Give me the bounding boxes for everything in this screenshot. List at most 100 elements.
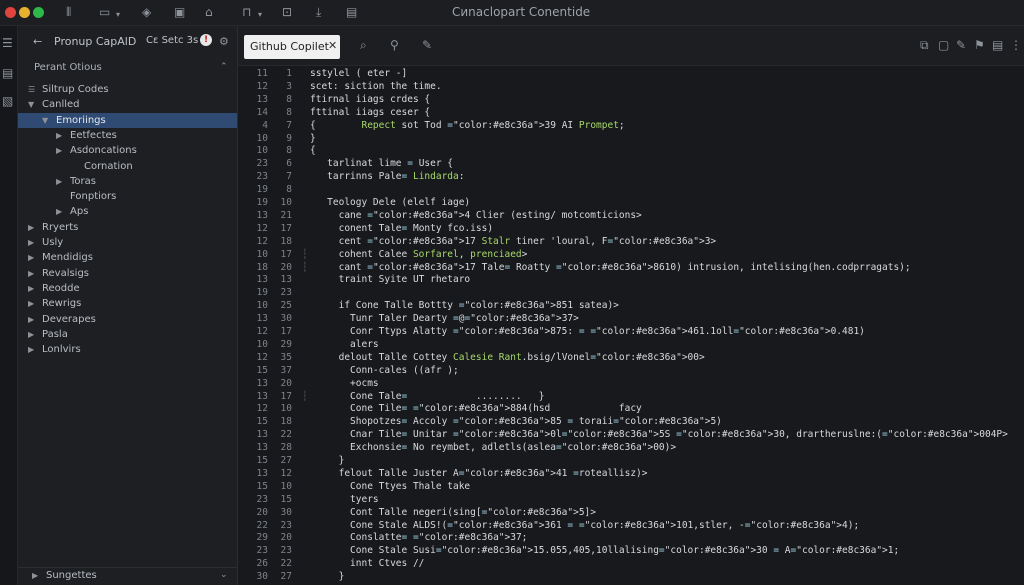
copy-icon[interactable]: ⧉ [920, 38, 929, 53]
code-line[interactable]: 12 17 conent Tale= Monty fco.iss) [238, 223, 1024, 235]
chevron-right-icon[interactable]: ▶ [28, 342, 34, 357]
code-line[interactable]: 10 25 if Cone Talle Bottty ="color:#e8c36… [238, 300, 1024, 312]
menu-icon[interactable]: ⦀ [66, 5, 71, 19]
back-icon[interactable]: ← [33, 35, 42, 48]
tree-item[interactable]: ▶ Aps [18, 204, 237, 219]
close-icon[interactable]: ✕ [328, 39, 337, 52]
edit-icon[interactable]: ✎ [422, 38, 432, 52]
tree-item[interactable]: Fonptiors [18, 189, 237, 204]
code-line[interactable]: 30 27 } [238, 571, 1024, 583]
tree-item[interactable]: ▶ Mendidigs [18, 250, 237, 265]
code-line[interactable]: 19 10 Teology Dele (elelf iage) [238, 197, 1024, 209]
tree-item[interactable]: ▶ Usly [18, 235, 237, 250]
code-line[interactable]: 23 23 Cone Stale Susi="color:#e8c36a">15.… [238, 545, 1024, 557]
chevron-right-icon[interactable]: ▶ [56, 128, 62, 143]
code-area[interactable]: 11 1 sstylel ( eter -] 12 3 scet: siction the… [238, 66, 1024, 585]
code-line[interactable]: 13 30 Tunr Taler Dearty =@="color:#e8c36a… [238, 313, 1024, 325]
suggestions-label[interactable]: Sungettes [46, 570, 97, 581]
code-line[interactable]: 10 29 alers [238, 339, 1024, 351]
code-line[interactable]: 23 7 tarrinns Pale= Lindarda: [238, 171, 1024, 183]
settings-icon[interactable]: ⚙ [219, 35, 229, 48]
close-window-button[interactable] [5, 7, 16, 18]
search-icon[interactable]: ⚲ [390, 38, 399, 52]
shield-icon[interactable]: ◈ [142, 5, 151, 19]
chevron-right-icon[interactable]: ▶ [28, 250, 34, 265]
code-line[interactable]: 11 1 sstylel ( eter -] [238, 68, 1024, 80]
save-icon[interactable]: ▣ [174, 5, 185, 19]
tree-item[interactable]: ▶ Rryerts [18, 220, 237, 235]
code-line[interactable]: 12 35 delout Talle Cottey Calesie Rant.bs… [238, 352, 1024, 364]
bookmark-icon[interactable]: ▤ [992, 38, 1003, 52]
code-line[interactable]: 26 22 innt Ctves // [238, 558, 1024, 570]
chevron-up-icon[interactable]: ⌃ [220, 62, 228, 72]
chevron-down-icon[interactable]: ▼ [28, 97, 34, 112]
code-line[interactable]: 19 23 [238, 287, 1024, 299]
clipboard-icon[interactable]: ▤ [2, 66, 13, 80]
chevron-right-icon[interactable]: ▶ [32, 571, 38, 580]
minimize-window-button[interactable] [19, 7, 30, 18]
code-line[interactable]: 10 17 ┆ cohent Calee Sorfarel, prenciaed> [238, 249, 1024, 261]
chevron-right-icon[interactable]: ▶ [28, 327, 34, 342]
code-line[interactable]: 18 20 ┆ cant ="color:#e8c36a">17 Tale= Roa… [238, 262, 1024, 274]
search-icon[interactable]: ⌕ [360, 38, 367, 53]
chevron-right-icon[interactable]: ▶ [28, 296, 34, 311]
code-line[interactable]: 22 23 Cone Stale ALDS!(="color:#e8c36a">3… [238, 520, 1024, 532]
chevron-down-icon[interactable]: ▾ [116, 8, 120, 22]
code-line[interactable]: 13 8 ftirnal iiags crdes { [238, 94, 1024, 106]
code-line[interactable]: 13 13 traint Syite UT rhetaro [238, 274, 1024, 286]
tree-item[interactable]: ▶ Eetfectes [18, 128, 237, 143]
document-icon[interactable]: ▤ [346, 5, 357, 19]
pin-icon[interactable]: ⚑ [974, 38, 985, 52]
list-icon[interactable]: ☰ [28, 82, 35, 97]
chevron-right-icon[interactable]: ▶ [56, 204, 62, 219]
tree-item[interactable]: Cornation [18, 159, 237, 174]
code-line[interactable]: 23 15 tyers [238, 494, 1024, 506]
tree-item[interactable]: ▶ Toras [18, 174, 237, 189]
bookmark-icon[interactable]: ⊡ [282, 5, 292, 19]
code-line[interactable]: 15 10 Cone Ttyes Thale take [238, 481, 1024, 493]
tree-item[interactable]: ▶ Asdoncations [18, 143, 237, 158]
chevron-right-icon[interactable]: ▶ [56, 143, 62, 158]
home-icon[interactable]: ⌂ [205, 5, 213, 19]
tree-item[interactable]: ▶ Reodde [18, 281, 237, 296]
tree-item[interactable]: ▶ Rewrigs [18, 296, 237, 311]
chevron-right-icon[interactable]: ▶ [28, 281, 34, 296]
more-icon[interactable]: ⋮ [1010, 38, 1022, 52]
edit-icon[interactable]: ✎ [956, 38, 966, 52]
download-icon[interactable]: ⤓ [316, 5, 321, 19]
code-line[interactable]: 12 18 cent ="color:#e8c36a">17 Stalr tine… [238, 236, 1024, 248]
tab-github-copilot[interactable]: Github Copilet ✕ [244, 35, 340, 59]
code-line[interactable]: 13 20 +ocms [238, 378, 1024, 390]
code-line[interactable]: 12 17 Conr Ttyps Alatty ="color:#e8c36a">… [238, 326, 1024, 338]
chevron-down-icon[interactable]: ▾ [258, 8, 262, 22]
code-line[interactable]: 29 20 Conslatte= ="color:#e8c36a">37; [238, 532, 1024, 544]
chevron-right-icon[interactable]: ▶ [28, 266, 34, 281]
code-line[interactable]: 13 17 ┆ Cone Tale= ........ } [238, 391, 1024, 403]
chevron-right-icon[interactable]: ▶ [28, 235, 34, 250]
folder-icon[interactable]: ▢ [938, 38, 949, 52]
panel-icon[interactable]: ▭ [99, 5, 110, 19]
layout-icon[interactable]: ⊓ [242, 5, 251, 19]
chevron-right-icon[interactable]: ▶ [28, 220, 34, 235]
code-line[interactable]: 20 30 Cont Talle negeri(sing[="color:#e8c… [238, 507, 1024, 519]
chevron-right-icon[interactable]: ▶ [56, 174, 62, 189]
code-line[interactable]: 13 28 Exchonsie= No reymbet, adletls(asle… [238, 442, 1024, 454]
tree-item[interactable]: ▶ Revalsigs [18, 266, 237, 281]
tree-item[interactable]: ▶ Lonlvirs [18, 342, 237, 357]
code-line[interactable]: 15 27 } [238, 455, 1024, 467]
code-line[interactable]: 13 21 cane ="color:#e8c36a">4 Clier (esti… [238, 210, 1024, 222]
alert-icon[interactable]: ! [200, 34, 212, 46]
tree-item[interactable]: ▼ Canlled [18, 97, 237, 112]
code-line[interactable]: 10 8 { [238, 145, 1024, 157]
code-line[interactable]: 4 7 { Repect sot Tod ="color:#e8c36a">39 A… [238, 120, 1024, 132]
code-line[interactable]: 13 12 felout Talle Juster A="color:#e8c36… [238, 468, 1024, 480]
tree-item[interactable]: ▼ Emoriings [18, 112, 237, 128]
tree-item[interactable]: ▶ Deverapes [18, 312, 237, 327]
file-icon[interactable]: ▧ [2, 94, 13, 108]
code-line[interactable]: 23 6 tarlinat lime = User { [238, 158, 1024, 170]
code-line[interactable]: 12 3 scet: siction the time. [238, 81, 1024, 93]
code-line[interactable]: 19 8 [238, 184, 1024, 196]
chevron-right-icon[interactable]: ▶ [28, 312, 34, 327]
code-line[interactable]: 15 37 Conn-cales ((afr ); [238, 365, 1024, 377]
tree-item[interactable]: ☰ Siltrup Codes [18, 82, 237, 97]
